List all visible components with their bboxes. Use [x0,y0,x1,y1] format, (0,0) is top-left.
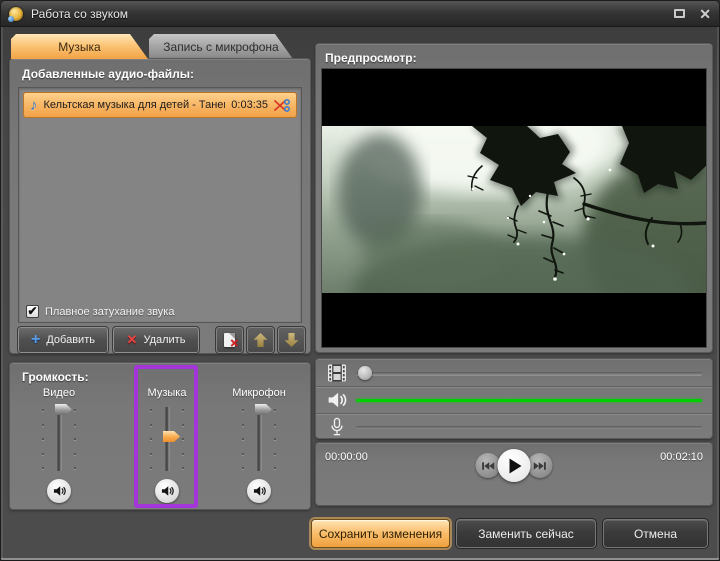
move-down-button[interactable] [278,327,305,353]
speaker-icon [324,391,350,409]
list-item[interactable]: ♪ Кельтская музыка для детей - Танец-ht.… [23,92,297,118]
fade-checkbox[interactable]: ✔ [26,305,39,318]
play-icon [506,457,522,475]
speaker-icon [253,485,266,497]
volume-channel-music: Музыка [127,387,207,507]
music-level-bar [356,399,702,402]
clear-list-icon: ✕ [224,333,235,347]
audio-files-panel: Добавленные аудио-файлы: ♪ Кельтская муз… [9,58,311,354]
window-title: Работа со звуком [31,7,128,21]
clear-list-button[interactable]: ✕ [216,327,243,353]
speaker-icon [53,485,66,497]
arrow-up-icon [254,333,268,347]
audio-file-list[interactable]: ♪ Кельтская музыка для детей - Танец-ht.… [18,87,302,323]
play-button[interactable] [498,449,531,482]
video-volume-handle[interactable] [55,404,72,415]
microphone-icon [324,417,350,437]
preview-header: Предпросмотр: [325,51,417,65]
music-note-icon: ♪ [30,97,38,114]
microphone-volume-handle[interactable] [255,404,272,415]
speaker-icon [161,485,174,497]
plus-icon: + [31,333,40,347]
arrow-down-icon [285,333,299,347]
video-track-row [316,359,712,386]
scissors-trim-icon[interactable] [274,99,290,112]
microphone-mute-button[interactable] [247,479,271,503]
video-volume-slider[interactable] [39,407,79,471]
playback-panel: 00:00:00 00:02:10 [315,442,713,506]
replace-now-button[interactable]: Заменить сейчас [456,519,596,548]
track-mixer-panel [315,358,713,439]
audio-files-header: Добавленные аудио-файлы: [22,67,194,81]
volume-channel-microphone: Микрофон [219,387,299,507]
close-button[interactable]: ✕ [699,7,711,21]
save-changes-button[interactable]: Сохранить изменения [311,519,450,548]
fade-checkbox-label: Плавное затухание звука [45,306,174,318]
video-frame [322,126,706,293]
music-track-row [316,386,712,413]
titlebar: Работа со звуком ✕ [1,1,719,27]
skip-forward-button[interactable] [528,453,553,478]
video-seek-slider[interactable] [356,366,704,380]
microphone-volume-slider[interactable] [239,407,279,471]
add-file-button[interactable]: + Добавить [18,327,108,353]
microphone-track-row [316,413,712,440]
seek-handle[interactable] [358,366,372,380]
music-mute-button[interactable] [155,479,179,503]
volume-header: Громкость: [22,370,89,384]
volume-panel: Громкость: Видео Музыка [9,362,311,510]
video-mute-button[interactable] [47,479,71,503]
add-button-label: Добавить [46,334,95,346]
app-icon [9,7,23,21]
music-volume-handle[interactable] [163,431,180,442]
film-strip-icon [324,363,350,383]
preview-panel: Предпросмотр: [315,43,713,353]
tab-microphone-record[interactable]: Запись с микрофона [149,34,293,59]
move-up-button[interactable] [247,327,274,353]
microphone-level-bar [356,426,702,429]
total-time: 00:02:10 [660,451,703,463]
dialog-window: Работа со звуком ✕ Музыка Запись с микро… [0,0,720,561]
video-preview[interactable] [321,68,707,348]
file-title: Кельтская музыка для детей - Танец-ht... [44,99,226,111]
delete-button-label: Удалить [143,334,185,346]
skip-forward-icon [533,460,548,472]
music-volume-slider[interactable] [147,407,187,471]
skip-back-icon [481,460,496,472]
delete-file-button[interactable]: ✕ Удалить [113,327,199,353]
file-duration: 0:03:35 [231,99,268,111]
delete-x-icon: ✕ [127,332,138,348]
cancel-button[interactable]: Отмена [603,519,708,548]
elapsed-time: 00:00:00 [325,451,368,463]
tab-music[interactable]: Музыка [11,34,148,59]
minimize-button[interactable] [674,9,685,18]
volume-channel-video: Видео [19,387,99,507]
